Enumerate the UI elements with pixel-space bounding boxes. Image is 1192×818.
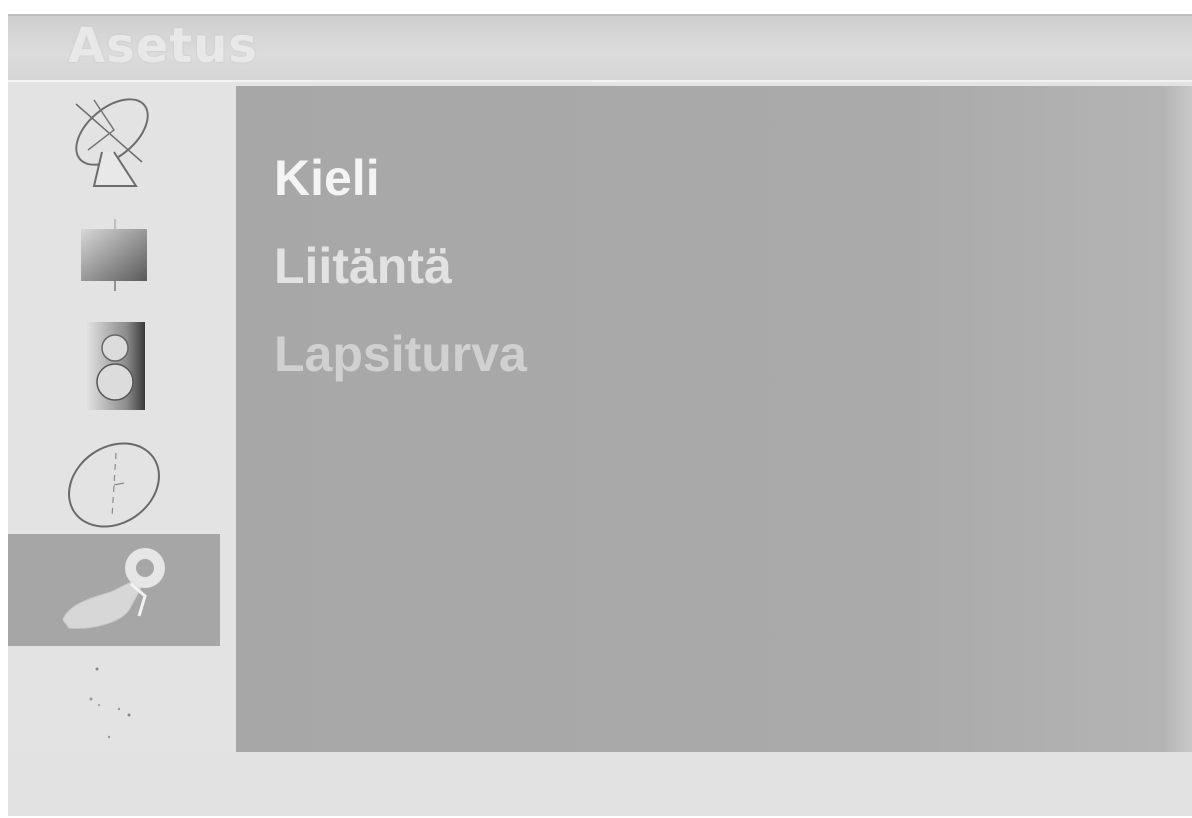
menu-item-connection[interactable]: Liitäntä: [274, 222, 527, 310]
sidebar-item-picture[interactable]: [8, 202, 220, 308]
setup-menu-window: Asetus Kieli Liitäntä Lapsiturva: [8, 14, 1192, 816]
menu-list: Kieli Liitäntä Lapsiturva: [274, 134, 527, 398]
menu-item-child-lock[interactable]: Lapsiturva: [274, 310, 527, 398]
category-sidebar: [8, 84, 230, 752]
setup-key-icon: [62, 548, 165, 629]
satellite-dish-icon: [75, 98, 149, 187]
menu-panel: Kieli Liitäntä Lapsiturva: [236, 86, 1192, 752]
sidebar-item-sound[interactable]: [8, 312, 220, 420]
sidebar-item-extra[interactable]: [8, 652, 220, 748]
sidebar-item-setup[interactable]: [8, 534, 220, 646]
sidebar-item-satellite[interactable]: [8, 84, 220, 196]
extra-icon: [89, 667, 131, 739]
menu-item-language[interactable]: Kieli: [274, 134, 527, 222]
sidebar-item-time[interactable]: [8, 426, 220, 544]
page-title: Asetus: [68, 18, 258, 74]
title-bar: Asetus: [8, 16, 1192, 82]
speaker-icon: [85, 322, 145, 410]
clock-icon: [68, 442, 160, 528]
bottom-bar: [8, 752, 1192, 816]
picture-icon: [81, 219, 147, 291]
